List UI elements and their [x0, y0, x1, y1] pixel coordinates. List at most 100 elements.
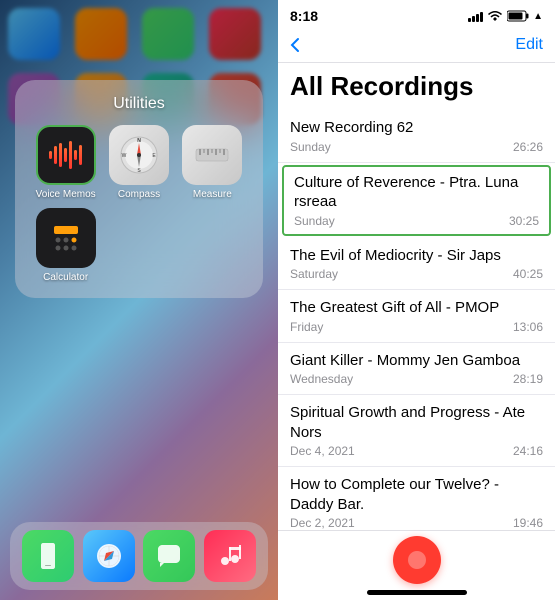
bg-icon-4: [209, 8, 261, 60]
signal-bar-3: [476, 14, 479, 22]
recording-name-0: New Recording 62: [290, 118, 543, 138]
recording-name-5: Spiritual Growth and Progress - Ate Nors: [290, 403, 543, 442]
back-button[interactable]: [290, 37, 300, 53]
voice-memos-app: 8:18 ▲: [278, 0, 555, 600]
signal-icon: [468, 10, 483, 22]
calculator-icon: [36, 208, 96, 268]
signal-bar-2: [472, 16, 475, 22]
compass-label: Compass: [118, 189, 160, 200]
bg-icon-1: [8, 8, 60, 60]
measure-svg: [192, 135, 232, 175]
battery-icon: [507, 10, 529, 22]
measure-icon: [182, 125, 242, 185]
recording-item-3[interactable]: The Greatest Gift of All - PMOP Friday 1…: [278, 290, 555, 343]
recordings-list[interactable]: New Recording 62 Sunday 26:26 Culture of…: [278, 110, 555, 530]
recording-duration-5: 24:16: [513, 444, 543, 458]
bg-icon-3: [142, 8, 194, 60]
recording-date-5: Dec 4, 2021: [290, 444, 355, 458]
music-icon: [215, 541, 245, 571]
title-area: All Recordings: [278, 63, 555, 110]
status-time: 8:18: [290, 8, 318, 24]
recording-duration-1: 30:25: [509, 214, 539, 228]
recording-meta-1: Sunday 30:25: [294, 214, 539, 228]
wave-bar-3: [59, 143, 62, 167]
signal-bar-4: [480, 12, 483, 22]
recording-meta-0: Sunday 26:26: [290, 140, 543, 154]
utilities-folder[interactable]: Utilities Voice Memos: [15, 80, 263, 298]
recording-item-6[interactable]: How to Complete our Twelve? - Daddy Bar.…: [278, 467, 555, 530]
recording-item-4[interactable]: Giant Killer - Mommy Jen Gamboa Wednesda…: [278, 343, 555, 396]
recording-item-1[interactable]: Culture of Reverence - Ptra. Luna rsreaa…: [282, 165, 551, 236]
wave-bar-7: [79, 145, 82, 165]
folder-apps-grid: Voice Memos N S W E: [25, 125, 253, 283]
wave-bar-1: [49, 151, 52, 159]
wifi-icon: [487, 10, 503, 22]
app-compass[interactable]: N S W E Compass: [106, 125, 171, 200]
recording-date-1: Sunday: [294, 214, 335, 228]
compass-svg: N S W E: [119, 135, 159, 175]
messages-icon: [154, 541, 184, 571]
edit-button[interactable]: Edit: [515, 36, 543, 54]
nav-bar: Edit: [278, 32, 555, 63]
recording-name-6: How to Complete our Twelve? - Daddy Bar.: [290, 475, 543, 514]
recording-name-3: The Greatest Gift of All - PMOP: [290, 298, 543, 318]
recording-meta-3: Friday 13:06: [290, 320, 543, 334]
page-title: All Recordings: [278, 63, 555, 106]
wave-bar-6: [74, 150, 77, 160]
recording-name-4: Giant Killer - Mommy Jen Gamboa: [290, 351, 543, 371]
recording-duration-4: 28:19: [513, 372, 543, 386]
chevron-left-icon: [290, 37, 300, 53]
dock-phone[interactable]: [22, 530, 74, 582]
home-indicator: [367, 590, 467, 595]
recording-name-2: The Evil of Mediocrity - Sir Japs: [290, 246, 543, 266]
recording-date-3: Friday: [290, 320, 323, 334]
bg-icon-2: [75, 8, 127, 60]
record-button[interactable]: [393, 536, 441, 584]
recording-duration-2: 40:25: [513, 267, 543, 281]
recording-item-2[interactable]: The Evil of Mediocrity - Sir Japs Saturd…: [278, 238, 555, 291]
record-button-inner: [408, 551, 426, 569]
recording-duration-0: 26:26: [513, 140, 543, 154]
home-screen: Utilities Voice Memos: [0, 0, 278, 600]
voice-memos-label: Voice Memos: [36, 189, 96, 200]
wave-bar-5: [69, 141, 72, 169]
recording-meta-2: Saturday 40:25: [290, 267, 543, 281]
status-bar: 8:18 ▲: [278, 0, 555, 32]
compass-icon: N S W E: [109, 125, 169, 185]
calculator-svg: [46, 218, 86, 258]
phone-icon: [33, 541, 63, 571]
dock-music[interactable]: [204, 530, 256, 582]
recording-meta-4: Wednesday 28:19: [290, 372, 543, 386]
recording-date-2: Saturday: [290, 267, 338, 281]
voice-memos-icon: [36, 125, 96, 185]
signal-bar-1: [468, 18, 471, 22]
dock-messages[interactable]: [143, 530, 195, 582]
app-calculator[interactable]: Calculator: [33, 208, 98, 283]
measure-label: Measure: [193, 189, 232, 200]
dock: [10, 522, 268, 590]
recording-meta-5: Dec 4, 2021 24:16: [290, 444, 543, 458]
svg-text:N: N: [137, 138, 141, 144]
wave-bar-2: [54, 146, 57, 164]
recording-item-0[interactable]: New Recording 62 Sunday 26:26: [278, 110, 555, 163]
folder-title: Utilities: [25, 95, 253, 113]
recording-name-1: Culture of Reverence - Ptra. Luna rsreaa: [294, 173, 539, 212]
recording-meta-6: Dec 2, 2021 19:46: [290, 516, 543, 530]
svg-text:W: W: [122, 153, 127, 159]
recording-duration-6: 19:46: [513, 516, 543, 530]
record-bar: [278, 530, 555, 600]
wave-bar-4: [64, 148, 67, 162]
dock-safari[interactable]: [83, 530, 135, 582]
recording-item-5[interactable]: Spiritual Growth and Progress - Ate Nors…: [278, 395, 555, 467]
recording-date-6: Dec 2, 2021: [290, 516, 355, 530]
safari-icon: [94, 541, 124, 571]
app-measure[interactable]: Measure: [180, 125, 245, 200]
app-voice-memos[interactable]: Voice Memos: [33, 125, 98, 200]
location-icon: ▲: [533, 11, 543, 22]
calculator-label: Calculator: [43, 272, 88, 283]
recording-date-0: Sunday: [290, 140, 331, 154]
status-icons: ▲: [468, 10, 543, 22]
recording-duration-3: 13:06: [513, 320, 543, 334]
voice-memos-waveform: [49, 140, 82, 170]
recording-date-4: Wednesday: [290, 372, 353, 386]
